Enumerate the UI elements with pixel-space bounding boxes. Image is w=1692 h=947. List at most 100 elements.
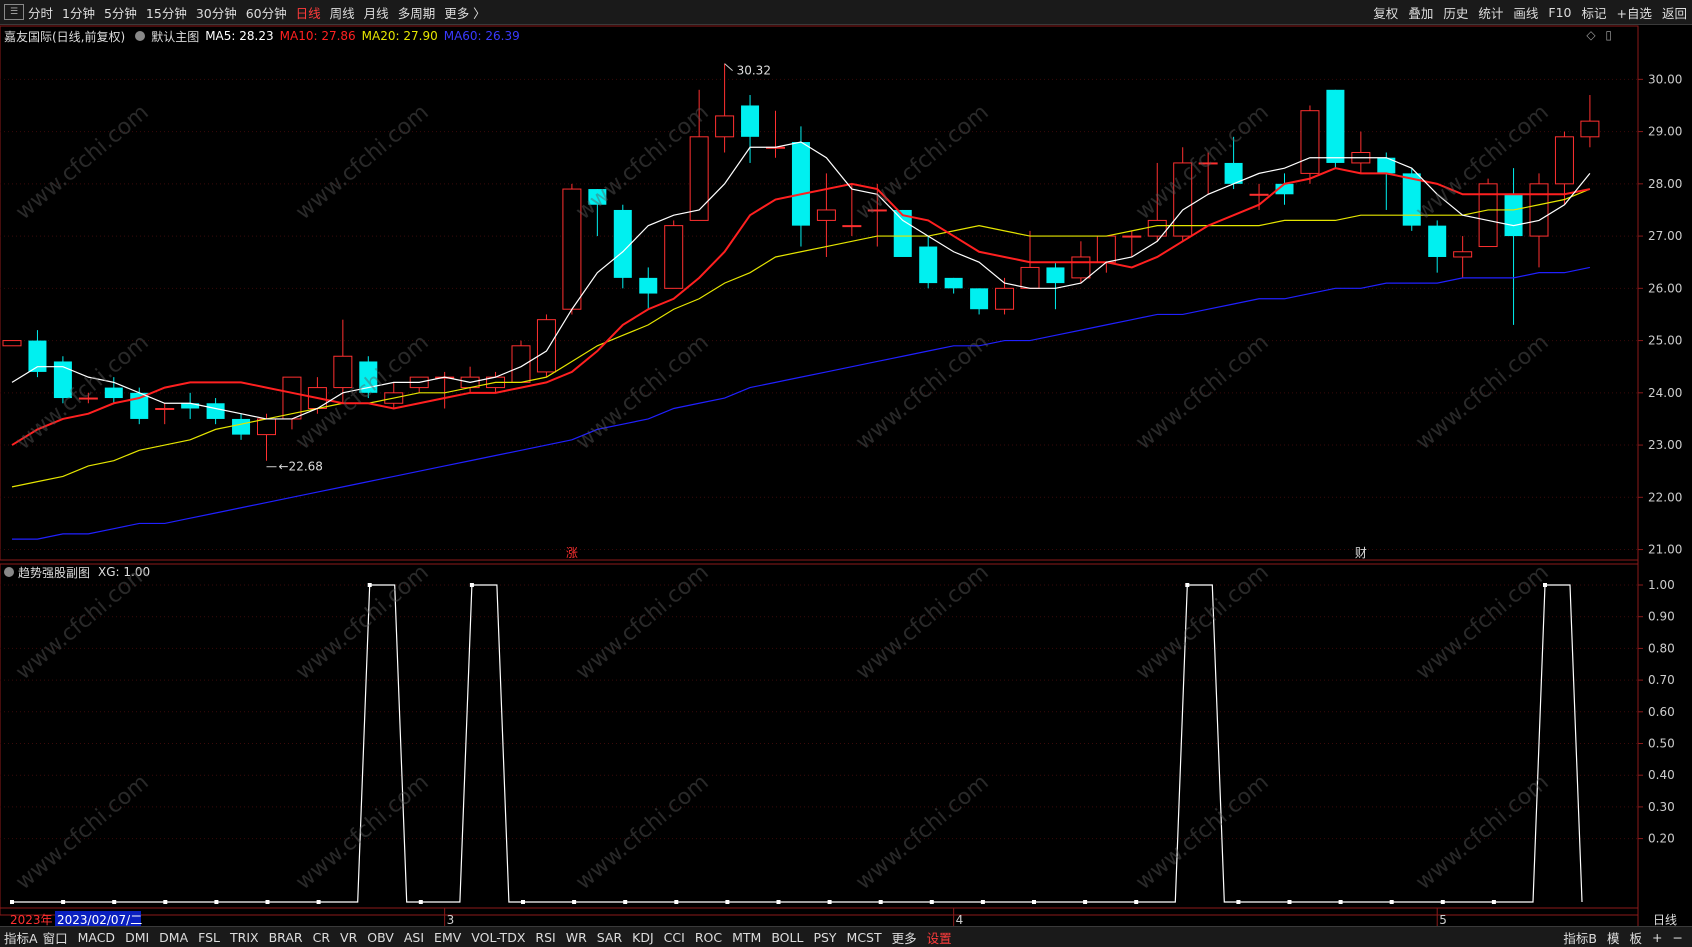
xg-point <box>725 900 730 904</box>
sub-tick-label: 0.80 <box>1648 641 1675 655</box>
indicator-more[interactable]: 更多 <box>892 928 917 947</box>
kline-chart[interactable]: 30.32 ←22.68 涨 财 30.00 29.00 28.00 27.00 26.00 2… <box>0 0 1692 946</box>
tab-15min[interactable]: 15分钟 <box>146 3 187 22</box>
indicator-asi[interactable]: ASI <box>404 930 424 945</box>
candle-body-up <box>1122 235 1142 238</box>
watermark: www.cfchi.com <box>291 329 434 456</box>
tab-weekly[interactable]: 周线 <box>330 3 355 22</box>
xg-point <box>1543 583 1547 587</box>
candle-body-down <box>893 209 912 257</box>
indicator-psy[interactable]: PSY <box>813 930 836 945</box>
indicator-fsl[interactable]: FSL <box>198 930 220 945</box>
watermark: www.cfchi.com <box>11 329 154 456</box>
indicator-boll[interactable]: BOLL <box>771 930 803 945</box>
indicator-macd[interactable]: MACD <box>78 930 115 945</box>
indicator-a-button[interactable]: 指标A <box>4 928 38 947</box>
candle-body-down <box>944 277 963 289</box>
back-button[interactable]: 返回 <box>1662 3 1687 22</box>
ma60-line <box>12 266 1591 540</box>
indicator-rsi[interactable]: RSI <box>535 930 555 945</box>
candle-body-down <box>130 392 149 419</box>
indicator-cr[interactable]: CR <box>313 930 330 945</box>
candle-body-up <box>995 287 1015 310</box>
settings-button[interactable]: 设置 <box>927 928 952 947</box>
tab-60min[interactable]: 60分钟 <box>246 3 287 22</box>
zoom-out-button[interactable]: − <box>1673 930 1683 945</box>
dropdown-circle-icon[interactable] <box>135 31 146 41</box>
ma20-label: MA20: 27.90 <box>361 29 438 43</box>
xg-point <box>1491 900 1496 904</box>
candle-body-down <box>613 209 632 278</box>
indicator-mcst[interactable]: MCST <box>847 930 882 945</box>
watermark: www.cfchi.com <box>11 99 154 226</box>
candle-body-down <box>970 288 989 310</box>
candle-body-up <box>1096 235 1116 263</box>
xg-point <box>776 900 781 904</box>
xg-point <box>1287 900 1292 904</box>
candle-body-down <box>1504 194 1523 237</box>
candle-body-up <box>1300 110 1320 174</box>
indicator-trix[interactable]: TRIX <box>230 930 259 945</box>
xg-point <box>1134 900 1139 904</box>
indicator-vol-tdx[interactable]: VOL-TDX <box>471 930 525 945</box>
tab-5min[interactable]: 5分钟 <box>104 3 137 22</box>
diamond-icon[interactable]: ◇ <box>1586 28 1595 42</box>
xg-point <box>1185 583 1190 587</box>
watermark: www.cfchi.com <box>571 99 714 226</box>
indicator-emv[interactable]: EMV <box>434 930 461 945</box>
sub-tick-label: 0.20 <box>1648 832 1675 846</box>
indicator-bar: 指标A 窗口 MACD DMI DMA FSL TRIX BRAR CR VR … <box>0 926 1692 947</box>
xg-point <box>163 900 168 904</box>
sub-dropdown-circle-icon[interactable] <box>4 567 14 577</box>
indicator-mtm[interactable]: MTM <box>732 930 761 945</box>
tab-daily[interactable]: 日线 <box>296 3 321 22</box>
mark-button[interactable]: 标记 <box>1581 3 1606 22</box>
zoom-in-button[interactable]: + <box>1652 930 1662 945</box>
cursor-date-label: 2023/02/07/二 <box>57 913 142 927</box>
candle-body-down <box>1326 89 1345 163</box>
window-button[interactable]: 窗口 <box>43 928 68 947</box>
main-chart-name[interactable]: 默认主图 <box>151 28 199 45</box>
indicator-brar[interactable]: BRAR <box>269 930 303 945</box>
indicator-obv[interactable]: OBV <box>367 930 394 945</box>
candle-body-up <box>816 209 836 221</box>
watermark: www.cfchi.com <box>571 559 714 686</box>
app-menu-icon[interactable]: ☰ <box>4 4 24 20</box>
tab-fenshi[interactable]: 分时 <box>28 3 53 22</box>
indicator-kdj[interactable]: KDJ <box>632 930 654 945</box>
tab-1min[interactable]: 1分钟 <box>62 3 95 22</box>
indicator-wr[interactable]: WR <box>566 930 587 945</box>
watermark: www.cfchi.com <box>1131 99 1274 226</box>
window-icon[interactable]: ▯ <box>1605 28 1612 42</box>
watermark: www.cfchi.com <box>1131 769 1274 896</box>
template-button[interactable]: 模 <box>1607 928 1620 947</box>
overlay-button[interactable]: 叠加 <box>1408 3 1433 22</box>
candle-body-down <box>791 142 810 226</box>
board-button[interactable]: 板 <box>1630 928 1643 947</box>
candle-body-up <box>2 340 22 347</box>
ma60-label: MA60: 26.39 <box>443 29 520 43</box>
ma10-label: MA10: 27.86 <box>279 29 356 43</box>
sub-chart-title[interactable]: 趋势强股副图 <box>18 564 90 581</box>
indicator-roc[interactable]: ROC <box>695 930 722 945</box>
indicator-sar[interactable]: SAR <box>597 930 622 945</box>
indicator-dma[interactable]: DMA <box>159 930 188 945</box>
candle-body-up <box>689 136 709 221</box>
f10-button[interactable]: F10 <box>1548 5 1571 20</box>
history-button[interactable]: 历史 <box>1443 3 1468 22</box>
add-watchlist-button[interactable]: +自选 <box>1617 3 1652 22</box>
indicator-b-button[interactable]: 指标B <box>1563 928 1597 947</box>
fuquan-button[interactable]: 复权 <box>1373 3 1398 22</box>
price-tick-label: 24.00 <box>1648 386 1682 400</box>
stock-title[interactable]: 嘉友国际(日线,前复权) <box>4 28 125 45</box>
indicator-cci[interactable]: CCI <box>664 930 685 945</box>
draw-line-button[interactable]: 画线 <box>1513 3 1538 22</box>
tab-30min[interactable]: 30分钟 <box>196 3 237 22</box>
tab-monthly[interactable]: 月线 <box>364 3 389 22</box>
tab-more[interactable]: 更多 〉 <box>444 3 485 22</box>
indicator-vr[interactable]: VR <box>340 930 357 945</box>
indicator-dmi[interactable]: DMI <box>125 930 149 945</box>
tab-multi-period[interactable]: 多周期 <box>398 3 436 22</box>
candle-body-down <box>1046 267 1065 284</box>
statistics-button[interactable]: 统计 <box>1478 3 1503 22</box>
